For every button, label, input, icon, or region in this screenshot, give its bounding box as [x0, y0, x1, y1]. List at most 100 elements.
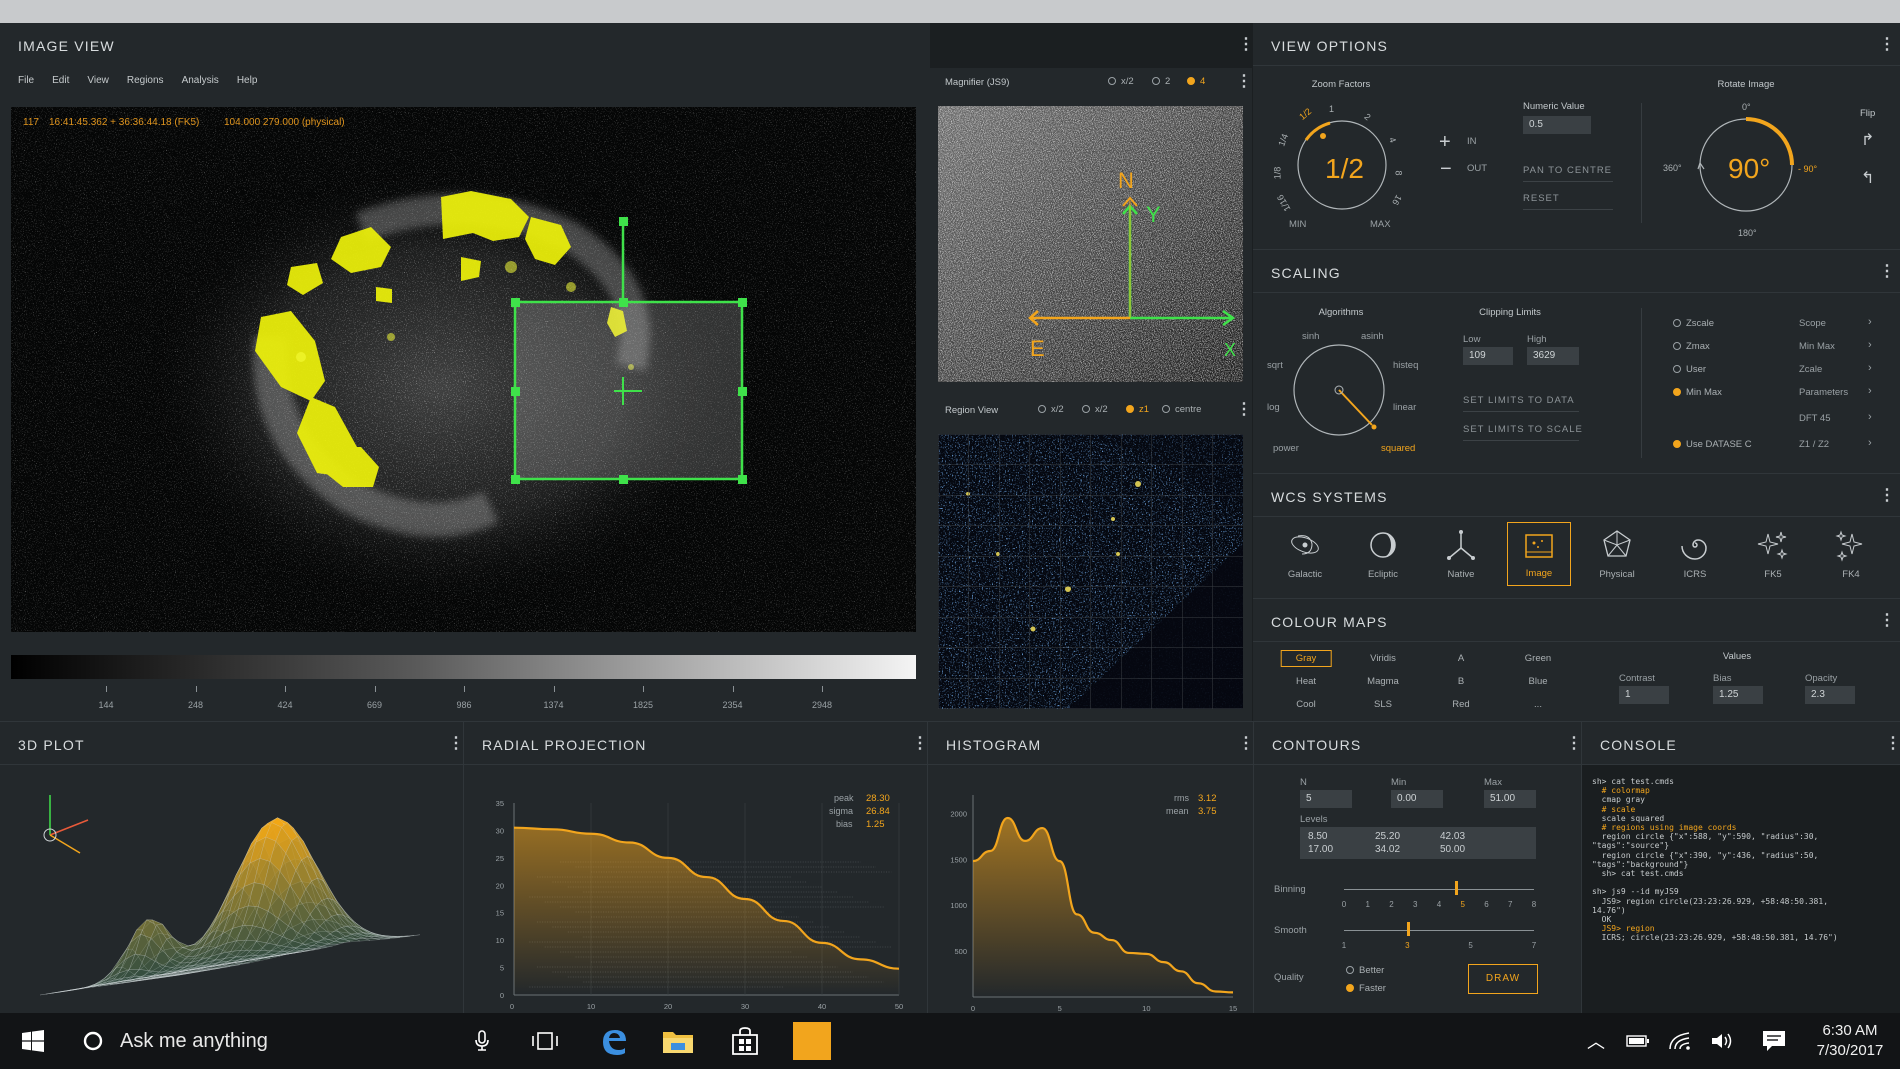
magnifier-option-2[interactable]: 2	[1152, 76, 1170, 87]
set-limits-scale-button[interactable]: SET LIMITS TO SCALE	[1463, 424, 1582, 441]
quality-better[interactable]: Better	[1346, 965, 1384, 976]
cmap-heat[interactable]: Heat	[1296, 676, 1316, 687]
levels-textarea[interactable]: 8.50 25.20 42.03 17.00 34.02 50.00	[1300, 827, 1536, 859]
app-icon-orange[interactable]	[784, 1013, 840, 1069]
chevron-right-icon[interactable]: ›	[1868, 339, 1872, 351]
flip-vertical-icon[interactable]: ↰	[1861, 168, 1874, 188]
wcs-physical[interactable]: Physical	[1585, 522, 1649, 586]
radial-more-icon[interactable]: ⋮	[912, 736, 927, 752]
chevron-right-icon[interactable]: ›	[1868, 385, 1872, 397]
smooth-slider-handle[interactable]	[1407, 922, 1410, 936]
opacity-input[interactable]: 2.3	[1805, 686, 1855, 704]
n-input[interactable]: 5	[1300, 790, 1352, 808]
colorbar[interactable]	[11, 655, 916, 679]
wcs-fk4[interactable]: FK4	[1819, 522, 1883, 586]
radial-chart[interactable]: 353025201510500 10 20 30 40 50	[464, 765, 927, 1013]
magnifier-option-4[interactable]: 4	[1187, 76, 1205, 87]
cmap-viridis[interactable]: Viridis	[1370, 653, 1396, 664]
region-option-centre[interactable]: centre	[1162, 404, 1201, 415]
volume-icon[interactable]	[1706, 1013, 1738, 1069]
set-limits-data-button[interactable]: SET LIMITS TO DATA	[1463, 395, 1579, 412]
scope-zcale[interactable]: Zcale	[1799, 364, 1822, 375]
search-box[interactable]: Ask me anything	[66, 1013, 506, 1069]
flip-horizontal-icon[interactable]: ↱	[1861, 130, 1874, 150]
plot3d-more-icon[interactable]: ⋮	[448, 736, 463, 752]
algorithm-dial[interactable]	[1288, 340, 1408, 450]
region-view-more-icon[interactable]: ⋮	[1236, 402, 1252, 418]
menu-regions[interactable]: Regions	[127, 75, 164, 86]
cmap-blue[interactable]: Blue	[1528, 676, 1547, 687]
algo-asinh[interactable]: asinh	[1361, 331, 1384, 342]
zoom-in-label[interactable]: IN	[1467, 136, 1477, 147]
magnifier-more-icon[interactable]: ⋮	[1236, 74, 1252, 90]
cmap-cool[interactable]: Cool	[1296, 699, 1316, 710]
wcs-native[interactable]: Native	[1429, 522, 1493, 586]
algo-histeq[interactable]: histeq	[1393, 360, 1418, 371]
chevron-right-icon[interactable]: ›	[1868, 362, 1872, 374]
file-explorer-icon[interactable]	[650, 1013, 706, 1069]
quality-faster[interactable]: Faster	[1346, 983, 1386, 994]
scope-dft45[interactable]: DFT 45	[1799, 413, 1831, 424]
binning-slider-track[interactable]	[1344, 889, 1534, 890]
numeric-value-input[interactable]: 0.5	[1523, 116, 1591, 134]
use-datasec-toggle[interactable]: Use DATASE C	[1673, 439, 1752, 450]
cmap-a[interactable]: A	[1458, 653, 1464, 664]
task-view-icon[interactable]	[520, 1013, 570, 1069]
menu-help[interactable]: Help	[237, 75, 258, 86]
algo-power[interactable]: power	[1273, 443, 1299, 454]
magnifier-option-x2[interactable]: x/2	[1108, 76, 1134, 87]
colour-maps-more-icon[interactable]: ⋮	[1879, 613, 1895, 629]
pan-to-centre-button[interactable]: PAN TO CENTRE	[1523, 165, 1613, 182]
binning-slider-handle[interactable]	[1455, 881, 1458, 895]
smooth-slider-track[interactable]	[1344, 930, 1534, 931]
image-view-more-icon[interactable]: ⋮	[1238, 37, 1254, 53]
zoom-out-label[interactable]: OUT	[1467, 163, 1487, 174]
scope-minmax[interactable]: Min Max	[1799, 341, 1835, 352]
contrast-input[interactable]: 1	[1619, 686, 1669, 704]
chevron-right-icon[interactable]: ›	[1868, 411, 1872, 423]
histogram-more-icon[interactable]: ⋮	[1238, 736, 1253, 752]
cmap-red[interactable]: Red	[1452, 699, 1469, 710]
low-input[interactable]: 109	[1463, 347, 1513, 365]
cmap-magma[interactable]: Magma	[1367, 676, 1399, 687]
chevron-right-icon[interactable]: ›	[1868, 437, 1872, 449]
cmap-gray[interactable]: Gray	[1280, 650, 1332, 667]
menu-view[interactable]: View	[87, 75, 109, 86]
scaling-more-icon[interactable]: ⋮	[1879, 264, 1895, 280]
scope-z1z2[interactable]: Z1 / Z2	[1799, 439, 1829, 450]
limit-minmax[interactable]: Min Max	[1673, 387, 1722, 398]
algo-linear[interactable]: linear	[1393, 402, 1416, 413]
store-icon[interactable]	[717, 1013, 773, 1069]
cmap-b[interactable]: B	[1458, 676, 1464, 687]
cmap-more[interactable]: ...	[1534, 699, 1542, 710]
surface-plot[interactable]	[0, 765, 463, 1013]
view-options-more-icon[interactable]: ⋮	[1879, 37, 1895, 53]
limit-user[interactable]: User	[1673, 364, 1706, 375]
windows-start-icon[interactable]	[0, 1013, 66, 1069]
max-input[interactable]: 51.00	[1484, 790, 1536, 808]
chevron-right-icon[interactable]: ›	[1868, 316, 1872, 328]
wcs-galactic[interactable]: Galactic	[1273, 522, 1337, 586]
edge-browser-icon[interactable]	[586, 1013, 642, 1069]
console-more-icon[interactable]: ⋮	[1885, 736, 1900, 752]
region-option-z1[interactable]: z1	[1126, 404, 1149, 415]
scope-parameters[interactable]: Parameters	[1799, 387, 1848, 398]
zoom-in-icon[interactable]: +	[1439, 131, 1451, 154]
algo-sinh[interactable]: sinh	[1302, 331, 1319, 342]
wcs-image[interactable]: Image	[1507, 522, 1571, 586]
reset-button[interactable]: RESET	[1523, 193, 1613, 210]
region-option-x2-a[interactable]: x/2	[1038, 404, 1064, 415]
draw-button[interactable]: DRAW	[1468, 964, 1538, 994]
cmap-sls[interactable]: SLS	[1374, 699, 1392, 710]
bias-input[interactable]: 1.25	[1713, 686, 1763, 704]
region-option-x2-b[interactable]: x/2	[1082, 404, 1108, 415]
min-input[interactable]: 0.00	[1391, 790, 1443, 808]
battery-icon[interactable]	[1622, 1013, 1654, 1069]
algo-squared[interactable]: squared	[1381, 443, 1415, 454]
microphone-icon[interactable]	[466, 1013, 498, 1069]
menu-analysis[interactable]: Analysis	[182, 75, 219, 86]
wcs-more-icon[interactable]: ⋮	[1879, 488, 1895, 504]
wcs-ecliptic[interactable]: Ecliptic	[1351, 522, 1415, 586]
limit-zmax[interactable]: Zmax	[1673, 341, 1710, 352]
chevron-up-icon[interactable]: ︿	[1580, 1013, 1612, 1069]
